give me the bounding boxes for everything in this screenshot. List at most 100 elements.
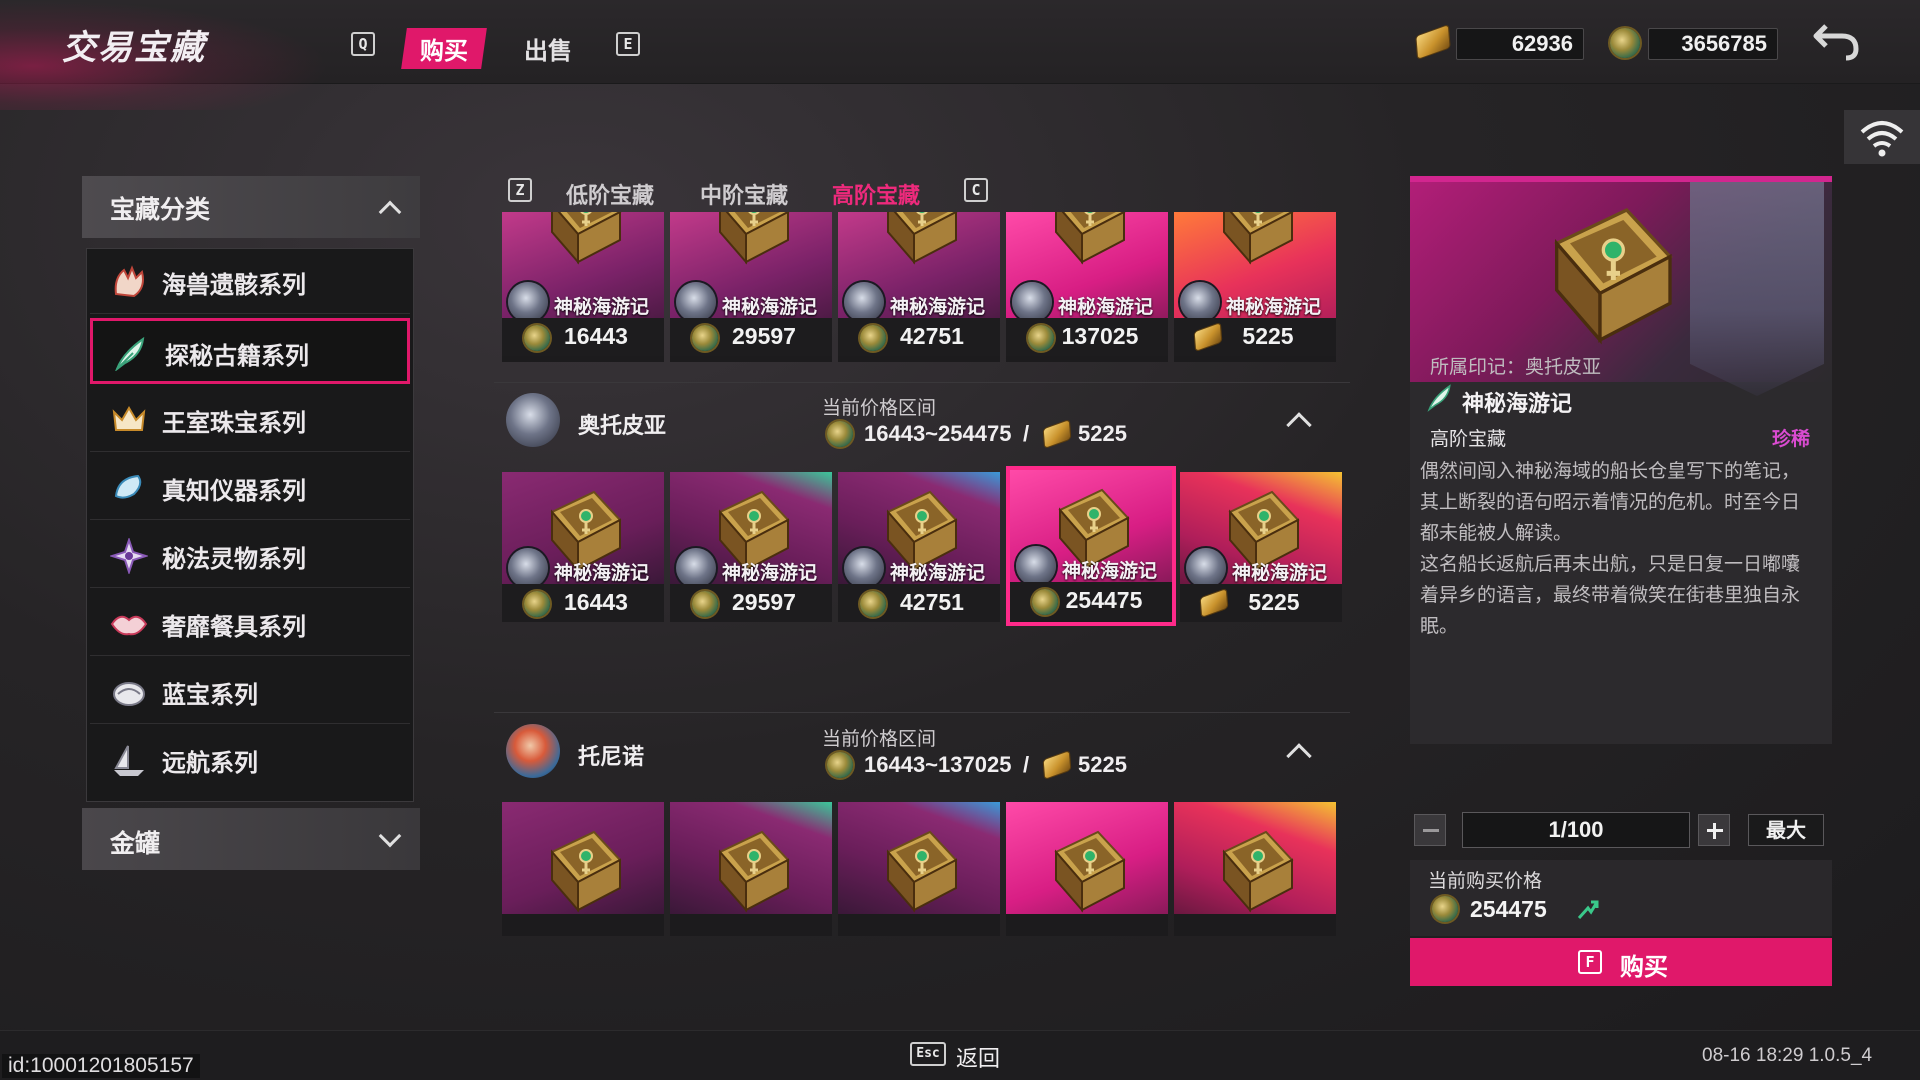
seal-icon [676,282,716,322]
tonino-emblem-icon [506,724,560,778]
shell-icon [113,682,145,706]
rarity-badge: 珍稀 [1772,428,1811,450]
key-hint-c: C [964,178,988,202]
otopia-emblem-icon [506,393,560,447]
minus-icon [1423,829,1439,832]
current-price: 254475 [1470,896,1547,922]
treasure-card[interactable]: 神秘海游记 29597 [670,212,832,362]
back-button[interactable]: 返回 [956,1041,1000,1073]
seal-icon [1012,282,1052,322]
treasure-card-selected[interactable]: 神秘海游记 254475 [1006,466,1176,626]
treasure-card[interactable] [1006,802,1168,936]
quill-icon [1427,384,1451,412]
sidebar-item-ancient-books[interactable]: 探秘古籍系列 [90,318,410,384]
claw-icon [114,265,144,298]
tab-high-tier[interactable]: 高阶宝藏 [832,178,920,210]
key-hint-e: E [616,32,640,56]
sidebar-item-sea-beast[interactable]: 海兽遗骸系列 [90,250,410,314]
wifi-icon [1860,121,1904,157]
treasure-card[interactable]: 神秘海游记 29597 [670,472,832,622]
key-hint-q: Q [351,32,375,56]
increase-quantity-button[interactable] [1698,814,1730,846]
quill-icon [115,336,145,371]
treasure-card[interactable]: 神秘海游记 42751 [838,212,1000,362]
price-label: 当前购买价格 [1428,870,1543,892]
price-range-label: 当前价格区间 [822,728,937,750]
jar-title: 金罐 [110,829,161,858]
item-description: 偶然间闯入神秘海域的船长仓皇写下的笔记，其上断裂的语句昭示着情况的危机。时至今日… [1420,460,1801,544]
treasure-card[interactable] [838,802,1000,936]
crystal-icon [114,474,142,499]
coin-icon [1432,896,1458,922]
key-hint-z: Z [508,178,532,202]
seal-icon [676,548,716,588]
sidebar-item-arcane[interactable]: 秘法灵物系列 [90,524,410,588]
page-title: 交易宝藏 [62,28,206,68]
version-timestamp: 08-16 18:29 1.0.5_4 [1702,1045,1873,1066]
book-icon [1540,200,1680,350]
seal-icon [1016,546,1056,586]
ship-icon [114,745,144,776]
imprint-label: 所属印记：奥托皮亚 [1430,356,1602,378]
sidebar-item-instruments[interactable]: 真知仪器系列 [90,456,410,520]
seal-icon [508,548,548,588]
treasure-card[interactable]: 神秘海游记 5225 [1174,212,1336,362]
player-id: id:10001201805157 [2,1054,200,1078]
max-quantity-button[interactable]: 最大 [1748,814,1824,846]
group-name: 奥托皮亚 [578,414,667,439]
seal-icon [844,548,884,588]
sidebar-item-tableware[interactable]: 奢靡餐具系列 [90,592,410,656]
detail-accent-bar [1410,176,1832,182]
decrease-quantity-button[interactable] [1414,814,1446,846]
item-name: 神秘海游记 [1462,392,1573,417]
coin-icon [827,752,853,778]
sidebar-item-voyage[interactable]: 远航系列 [90,728,410,792]
seal-icon [844,282,884,322]
seal-icon [508,282,548,322]
sidebar-item-sapphire[interactable]: 蓝宝系列 [90,660,410,724]
star-eye-icon [110,538,148,574]
treasure-card[interactable]: 神秘海游记 16443 [502,212,664,362]
item-tier: 高阶宝藏 [1430,428,1507,450]
crown-icon [112,406,146,431]
treasure-card[interactable] [502,802,664,936]
treasure-card[interactable]: 神秘海游记 16443 [502,472,664,622]
treasure-card[interactable] [670,802,832,936]
buy-button[interactable]: F 购买 [1410,938,1832,986]
tab-buy[interactable]: 购买 [401,28,487,69]
price-separator: / [1023,752,1030,777]
treasure-card[interactable]: 神秘海游记 137025 [1006,212,1168,362]
sidebar-item-royal-jewels[interactable]: 王室珠宝系列 [90,388,410,452]
tab-low-tier[interactable]: 低阶宝藏 [566,178,654,210]
group-name: 托尼诺 [578,745,645,770]
back-arrow-icon[interactable] [1812,18,1862,62]
buy-button-label: 购买 [1620,953,1668,981]
treasure-card[interactable]: 神秘海游记 42751 [838,472,1000,622]
coin-balance: 3656785 [1648,28,1778,60]
treasure-card[interactable]: 神秘海游记 5225 [1180,472,1342,622]
coin-icon [827,421,853,447]
gold-balance: 62936 [1456,28,1584,60]
tab-sell[interactable]: 出售 [524,31,572,66]
lips-icon [110,615,148,636]
price-range: 16443~137025 [864,752,1012,777]
key-hint-esc: Esc [910,1042,946,1066]
tab-mid-tier[interactable]: 中阶宝藏 [700,178,788,210]
gold-price: 5225 [1078,752,1127,777]
trend-up-icon [1577,900,1599,920]
category-title: 宝藏分类 [110,195,211,224]
item-description-2: 这名船长返航后再未出航，只是日复一日嘟囔着异乡的语言，最终带着微笑在街巷里独自永… [1420,553,1801,637]
seal-icon [1186,548,1226,588]
quantity-input[interactable]: 1/100 [1462,812,1690,848]
coin-icon [1610,28,1640,58]
price-separator: / [1023,421,1030,446]
seal-icon [1180,282,1220,322]
otopia-banner-icon [1690,182,1824,396]
gold-price: 5225 [1078,421,1127,446]
wifi-status [1844,110,1920,164]
treasure-card[interactable] [1174,802,1336,936]
price-range: 16443~254475 [864,421,1012,446]
key-hint-f: F [1578,950,1602,974]
price-range-label: 当前价格区间 [822,397,937,419]
group-tonino-cards [494,802,1350,936]
